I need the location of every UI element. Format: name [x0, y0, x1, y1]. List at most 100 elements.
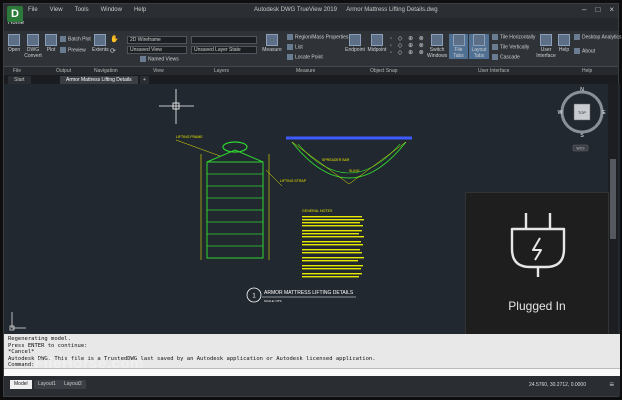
viewcube-east: E	[602, 110, 606, 116]
switch-windows-button[interactable]: Switch Windows	[427, 34, 447, 59]
document-name: Armor Mattress Lifting Details.dwg	[346, 7, 438, 13]
tile-horizontally-button[interactable]: Tile Horizontally	[492, 34, 535, 40]
new-tab-button[interactable]: +	[140, 76, 149, 84]
menu-help[interactable]: Help	[134, 7, 146, 13]
crosshair-cursor	[159, 89, 194, 124]
title-bar: File View Tools Window Help Autodesk DWG…	[4, 4, 618, 18]
detail-scale: SCALE: NTS	[264, 299, 282, 303]
mattress-stack-drawing: LIFTING FRAME LIFTING STRAP	[175, 135, 307, 260]
panel-file: File	[13, 68, 22, 74]
saved-view-select[interactable]: Unsaved View	[127, 46, 187, 54]
plugged-in-notification[interactable]: Plugged In	[465, 192, 609, 336]
midpoint-snap-icon	[371, 34, 383, 46]
detail-title: ARMOR MATTRESS LIFTING DETAILS	[264, 290, 354, 296]
maximize-button[interactable]: □	[595, 5, 600, 14]
close-button[interactable]: ×	[609, 5, 614, 14]
viewcube-west: W	[558, 110, 563, 116]
ribbon-panel-labels: File Output Navigation View Layers Measu…	[4, 67, 618, 75]
dwg-convert-button[interactable]: DWG Convert	[23, 34, 43, 59]
panel-output: Output	[56, 68, 72, 74]
viewcube-top: TOP	[578, 110, 586, 115]
app-window: File View Tools Window Help Autodesk DWG…	[3, 3, 621, 397]
region-mass-button[interactable]: Region/Mass Properties	[287, 34, 348, 40]
list-icon	[287, 44, 293, 50]
ribbon: Open DWG Convert Plot Batch Plot Preview…	[4, 31, 621, 67]
user-interface-button[interactable]: User Interface	[536, 34, 556, 59]
locate-point-icon	[287, 54, 293, 60]
ruler-icon	[266, 34, 278, 46]
svg-text:SLING: SLING	[349, 169, 360, 173]
midpoint-button[interactable]: Midpoint	[366, 34, 388, 53]
named-views-button[interactable]: Named Views	[140, 56, 179, 62]
printer-icon	[45, 34, 57, 46]
open-button[interactable]: Open	[7, 34, 21, 53]
pan-icon[interactable]: ✋	[110, 35, 119, 43]
extents-button[interactable]: Extents	[92, 34, 109, 53]
batch-plot-button[interactable]: Batch Plot	[60, 36, 91, 42]
zoom-extents-icon	[94, 34, 106, 46]
document-tab-bar: Start Armor Mattress Lifting Details +	[4, 75, 618, 84]
preview-button[interactable]: Preview	[60, 47, 86, 53]
svg-text:LIFTING FRAME: LIFTING FRAME	[176, 135, 203, 139]
detail-number: 1	[252, 294, 256, 300]
endpoint-button[interactable]: Endpoint	[344, 34, 366, 53]
endpoint-snap-icon	[349, 34, 361, 46]
viewcube-wcs: WCS	[576, 147, 585, 151]
file-tabs-toggle[interactable]: File Tabs	[449, 34, 468, 59]
coordinate-readout: 24.5760, 30.2712, 0.0000	[529, 382, 586, 388]
scroll-thumb[interactable]	[610, 159, 616, 239]
minimize-button[interactable]: –	[582, 5, 586, 14]
layer-state-select[interactable]: Unsaved Layer State	[191, 46, 257, 54]
cascade-button[interactable]: Cascade	[492, 54, 520, 60]
measure-button[interactable]: Measure	[262, 34, 282, 53]
about-button[interactable]: About	[574, 48, 595, 54]
help-icon	[558, 34, 570, 46]
panel-user-interface: User Interface	[478, 68, 510, 74]
about-icon	[574, 48, 580, 54]
plot-button[interactable]: Plot	[45, 34, 57, 53]
tab-layout2[interactable]: Layout2	[60, 380, 86, 389]
menu-file[interactable]: File	[28, 7, 38, 13]
folder-icon	[8, 34, 20, 46]
viewcube-south: S	[580, 133, 584, 139]
list-button[interactable]: List	[287, 44, 303, 50]
menu-window[interactable]: Window	[101, 7, 122, 13]
svg-text:LIFTING STRAP: LIFTING STRAP	[280, 179, 307, 183]
tab-start[interactable]: Start	[8, 76, 31, 84]
customize-menu-icon[interactable]: ≡	[609, 380, 614, 389]
object-snap-icons[interactable]: ◦ ◇ ⊕ ⊗ ◦ ◇ ⊕ ⊗ ◦ ◇ ⊕ ⊗	[390, 35, 426, 56]
desktop-analytics-button[interactable]: Desktop Analytics	[574, 34, 621, 40]
locate-point-button[interactable]: Locate Point	[287, 54, 323, 60]
tab-layout1[interactable]: Layout1	[34, 380, 60, 389]
tab-armor-mattress[interactable]: Armor Mattress Lifting Details	[60, 76, 138, 84]
layer-select[interactable]	[191, 36, 257, 44]
power-plug-icon	[510, 213, 566, 277]
notification-label: Plugged In	[508, 299, 566, 313]
menu-bar: File View Tools Window Help	[28, 7, 146, 13]
orbit-icon[interactable]: ⟳	[110, 47, 116, 55]
convert-icon	[27, 34, 39, 46]
menu-view[interactable]: View	[50, 7, 63, 13]
general-notes-block: GENERAL NOTES	[302, 209, 364, 278]
ribbon-tab-bar: Home	[4, 18, 618, 31]
mass-properties-icon	[287, 34, 293, 40]
layout-tabs-toggle[interactable]: Layout Tabs	[469, 34, 489, 59]
app-name: Autodesk DWG TrueView 2019	[254, 7, 337, 13]
svg-text:SPREADER BAR: SPREADER BAR	[322, 158, 350, 162]
app-logo-icon[interactable]: D	[7, 6, 23, 22]
cascade-icon	[492, 54, 498, 60]
menu-tools[interactable]: Tools	[75, 7, 89, 13]
notes-heading: GENERAL NOTES	[302, 209, 333, 213]
tab-model[interactable]: Model	[10, 380, 32, 389]
panel-help: Help	[582, 68, 593, 74]
visual-style-select[interactable]: 2D Wireframe	[127, 36, 187, 44]
tile-vertically-button[interactable]: Tile Vertically	[492, 44, 529, 50]
batch-plot-icon	[60, 36, 66, 42]
help-button[interactable]: Help	[558, 34, 570, 53]
panel-measure: Measure	[296, 68, 316, 74]
detail-title-block: 1 ARMOR MATTRESS LIFTING DETAILS SCALE: …	[246, 287, 356, 303]
panel-layers: Layers	[214, 68, 230, 74]
tile-vertical-icon	[492, 44, 498, 50]
sling-detail-drawing: SPREADER BAR SLING	[286, 136, 412, 185]
viewcube-north: N	[580, 87, 584, 93]
